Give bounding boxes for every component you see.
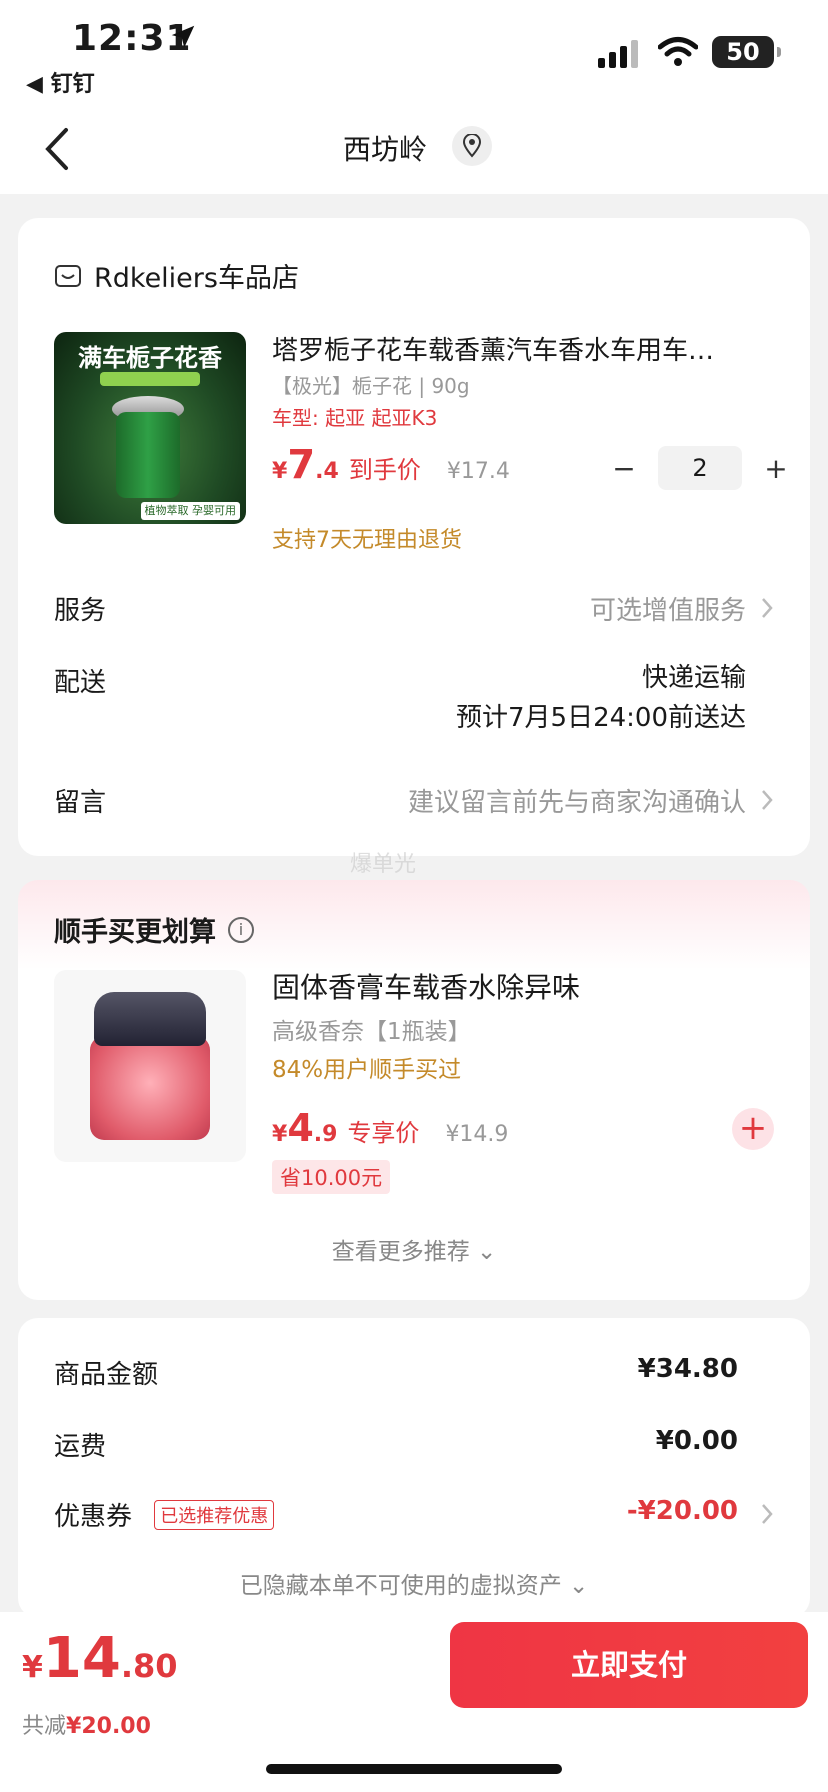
home-indicator[interactable]	[266, 1764, 562, 1774]
recommend-card: 顺手买更划算 i 固体香膏车载香水除异味 高级香奈【1瓶装】 84%用户顺手买过…	[18, 880, 810, 1300]
quantity-stepper: − 2 +	[606, 446, 794, 490]
shop-icon	[55, 264, 81, 287]
chevron-right-icon	[762, 790, 773, 810]
nav-bar: 西坊岭	[0, 104, 828, 194]
message-placeholder: 建议留言前先与商家沟通确认	[407, 788, 746, 818]
info-icon[interactable]: i	[228, 916, 254, 943]
page-title[interactable]: 西坊岭	[0, 128, 828, 168]
chevron-right-icon	[762, 598, 773, 618]
product-spec[interactable]: 【极光】栀子花 | 90g	[272, 370, 470, 399]
quantity-field[interactable]: 2	[658, 446, 742, 490]
product-price: ¥ 7 .4 到手价 ¥17.4	[272, 442, 510, 488]
coupon-badge: 已选推荐优惠	[154, 1500, 275, 1530]
original-price: ¥17.4	[446, 459, 510, 484]
hidden-assets-toggle[interactable]: 已隐藏本单不可使用的虚拟资产 ⌄	[18, 1566, 810, 1600]
battery-indicator: 50	[712, 36, 781, 68]
wifi-icon	[658, 37, 698, 66]
recommend-bought-rate: 84%用户顺手买过	[272, 1057, 462, 1083]
cellular-signal-icon	[598, 40, 638, 68]
coupon-label: 优惠券	[54, 1502, 133, 1532]
recommend-product-spec: 高级香奈【1瓶装】	[272, 1019, 471, 1045]
product-image-tag: 植物萃取 孕婴可用	[140, 502, 240, 520]
goods-amount-value: ¥34.80	[637, 1354, 738, 1384]
shipping-fee-row: 运费 ¥0.00	[54, 1426, 774, 1463]
coupon-value: -¥20.00	[626, 1496, 738, 1526]
service-value: 可选增值服务	[589, 596, 746, 626]
product-title[interactable]: 塔罗栀子花车载香薰汽车香水车用车…	[272, 330, 772, 367]
delivery-method: 快递运输	[641, 663, 746, 693]
product-image-banner: 满车栀子花香	[78, 344, 222, 372]
product-image[interactable]: 满车栀子花香 植物萃取 孕婴可用	[54, 332, 246, 524]
product-car-model: 车型: 起亚 起亚K3	[272, 406, 438, 430]
delivery-eta: 预计7月5日24:00前送达	[455, 703, 746, 733]
checkout-bar: ¥ 14 .80 共减¥20.00 立即支付	[0, 1612, 828, 1792]
recommend-price: ¥ 4 .9 专享价 ¥14.9	[272, 1106, 509, 1150]
location-pin-icon	[462, 134, 482, 158]
delivery-label: 配送	[54, 668, 107, 698]
pay-now-button[interactable]: 立即支付	[450, 1622, 808, 1708]
total-price: ¥ 14 .80	[22, 1626, 178, 1691]
service-label: 服务	[54, 596, 107, 626]
price-summary-card: 商品金额 ¥34.80 运费 ¥0.00 优惠券 已选推荐优惠 -¥20.00 …	[18, 1318, 810, 1618]
recommend-original-price: ¥14.9	[445, 1122, 509, 1147]
delivery-row: 配送 快递运输 预计7月5日24:00前送达	[54, 662, 774, 742]
watermark: 爆单光	[350, 852, 417, 877]
goods-amount-row: 商品金额 ¥34.80	[54, 1354, 774, 1391]
shop-header[interactable]: Rdkeliers车品店	[54, 256, 299, 295]
recommend-product-image[interactable]	[54, 970, 246, 1162]
goods-amount-label: 商品金额	[54, 1360, 159, 1390]
decrease-quantity-button[interactable]: −	[606, 452, 642, 485]
message-label: 留言	[54, 788, 107, 818]
chevron-right-icon	[762, 1504, 773, 1524]
back-to-app-link[interactable]: ◀ 钉钉	[26, 66, 95, 98]
status-bar: 12:31 ◀ 钉钉 50	[0, 0, 828, 104]
recommend-product-name[interactable]: 固体香膏车载香水除异味	[272, 966, 580, 1006]
savings-badge: 省10.00元	[272, 1160, 391, 1194]
increase-quantity-button[interactable]: +	[758, 452, 794, 485]
add-to-order-button[interactable]: +	[732, 1108, 774, 1150]
shop-name: Rdkeliers车品店	[94, 263, 299, 294]
location-pin-button[interactable]	[452, 126, 492, 166]
coupon-row[interactable]: 优惠券 已选推荐优惠 -¥20.00	[54, 1496, 774, 1533]
return-policy: 支持7天无理由退货	[272, 528, 462, 553]
location-arrow-icon	[171, 25, 195, 48]
shop-order-card: Rdkeliers车品店 满车栀子花香 植物萃取 孕婴可用 塔罗栀子花车载香薰汽…	[18, 218, 810, 856]
total-discount: 共减¥20.00	[22, 1714, 151, 1739]
order-confirm-page: 12:31 ◀ 钉钉 50 西坊岭 Rdkeliers车品店 满车栀子花香 植物…	[0, 0, 828, 1792]
shipping-fee-value: ¥0.00	[655, 1426, 738, 1456]
more-recommendations-link[interactable]: 查看更多推荐 ⌄	[18, 1232, 810, 1266]
recommend-title: 顺手买更划算 i	[54, 910, 254, 949]
shipping-fee-label: 运费	[54, 1432, 107, 1462]
